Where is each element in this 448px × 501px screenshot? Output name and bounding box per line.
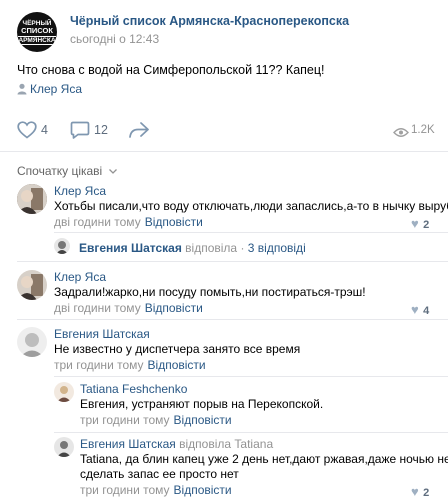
- comment-time[interactable]: три години тому: [54, 358, 144, 372]
- comment-meta: дві години тому Відповісти: [54, 215, 203, 229]
- group-avatar[interactable]: ЧЁРНЫЙ СПИСОК АРМЯНСКА: [17, 12, 57, 52]
- divider: [17, 261, 448, 262]
- divider: [54, 376, 448, 377]
- reply-author[interactable]: Евгения Шатская: [80, 437, 176, 451]
- heart-icon: ♥: [411, 216, 419, 231]
- divider: [0, 151, 448, 152]
- heart-icon: [17, 121, 37, 139]
- heart-icon: ♥: [411, 484, 419, 499]
- thread-verb: відповіла: [185, 241, 238, 255]
- reply-text: Евгения, устраняют порыв на Перекопской.: [80, 397, 324, 411]
- group-logo-line3: АРМЯНСКА: [18, 35, 56, 45]
- comment-author[interactable]: Клер Яса: [54, 270, 106, 284]
- reply-button[interactable]: Відповісти: [148, 358, 206, 372]
- comment-text: Задрали!жарко,ни посуду помыть,ни постир…: [54, 285, 366, 299]
- reply-like-button[interactable]: ♥ 2: [411, 483, 429, 501]
- reply-verb: відповіла: [179, 437, 232, 451]
- reply-target[interactable]: Tatiana: [234, 437, 273, 451]
- avatar[interactable]: [54, 437, 74, 457]
- post-timestamp[interactable]: сьогодні о 12:43: [70, 32, 159, 46]
- chevron-down-icon: [108, 163, 117, 177]
- reply-author[interactable]: Tatiana Feshchenko: [80, 382, 187, 396]
- comment-meta: дві години тому Відповісти: [54, 301, 203, 315]
- views-count: 1.2K: [411, 124, 435, 136]
- share-icon: [129, 122, 149, 138]
- reply-text-line1: Tatiana, да блин капец уже 2 день нет,да…: [80, 452, 448, 466]
- comments-sort-dropdown[interactable]: Спочатку цікаві: [17, 163, 117, 178]
- group-logo-line2: СПИСОК: [21, 25, 53, 35]
- comment-like-button[interactable]: ♥ 2: [411, 215, 429, 233]
- comment-meta: три години тому Відповісти: [54, 358, 206, 372]
- share-button[interactable]: [128, 121, 150, 139]
- reply-button[interactable]: Відповісти: [174, 413, 232, 427]
- avatar[interactable]: [54, 238, 70, 254]
- comment-icon: [70, 121, 90, 139]
- comment-author[interactable]: Клер Яса: [54, 184, 106, 198]
- comment-text: Хотьбы писали,что воду отключать,люди за…: [54, 199, 448, 213]
- like-count[interactable]: 4: [41, 123, 48, 137]
- reply-text-line2: сделать запас ее просто нет: [80, 467, 239, 481]
- divider: [54, 232, 448, 233]
- post-text: Что снова с водой на Симферопольской 11?…: [17, 63, 325, 77]
- sort-label: Спочатку цікаві: [17, 164, 103, 178]
- eye-icon: [393, 125, 409, 137]
- divider: [54, 432, 448, 433]
- reply-button[interactable]: Відповісти: [145, 301, 203, 315]
- like-button[interactable]: [17, 121, 37, 139]
- avatar[interactable]: [17, 184, 47, 214]
- comment-button[interactable]: [70, 121, 90, 140]
- comment-time[interactable]: дві години тому: [54, 215, 141, 229]
- heart-icon: ♥: [411, 302, 419, 317]
- comment-text: Не известно у диспетчера занято все врем…: [54, 342, 301, 356]
- post-signer-link[interactable]: Клер Яса: [30, 82, 82, 96]
- reply-header: Евгения Шатская відповіла Tatiana: [80, 437, 273, 451]
- comment-author[interactable]: Евгения Шатская: [54, 327, 150, 341]
- comment-count[interactable]: 12: [94, 123, 108, 137]
- reply-meta: три години тому Відповісти: [80, 483, 232, 497]
- comment-time[interactable]: дві години тому: [54, 301, 141, 315]
- thread-reply-count: 3 відповіді: [247, 241, 306, 255]
- reply-button[interactable]: Відповісти: [174, 483, 232, 497]
- replies-thread-link[interactable]: Евгения Шатская відповіла · 3 відповіді: [79, 241, 306, 255]
- reply-time[interactable]: три години тому: [80, 413, 170, 427]
- comment-like-count: 2: [423, 219, 430, 231]
- reply-meta: три години тому Відповісти: [80, 413, 232, 427]
- avatar[interactable]: [17, 270, 47, 300]
- reply-button[interactable]: Відповісти: [145, 215, 203, 229]
- comment-like-count: 4: [423, 305, 430, 317]
- avatar[interactable]: [17, 327, 47, 357]
- thread-author: Евгения Шатская: [79, 241, 182, 255]
- reply-time[interactable]: три години тому: [80, 483, 170, 497]
- comment-like-button[interactable]: ♥ 4: [411, 301, 429, 319]
- user-icon: [17, 83, 27, 95]
- divider: [17, 319, 448, 320]
- reply-like-count: 2: [423, 487, 430, 499]
- group-name-link[interactable]: Чёрный список Армянска-Красноперекопска: [70, 14, 349, 28]
- avatar[interactable]: [54, 382, 74, 402]
